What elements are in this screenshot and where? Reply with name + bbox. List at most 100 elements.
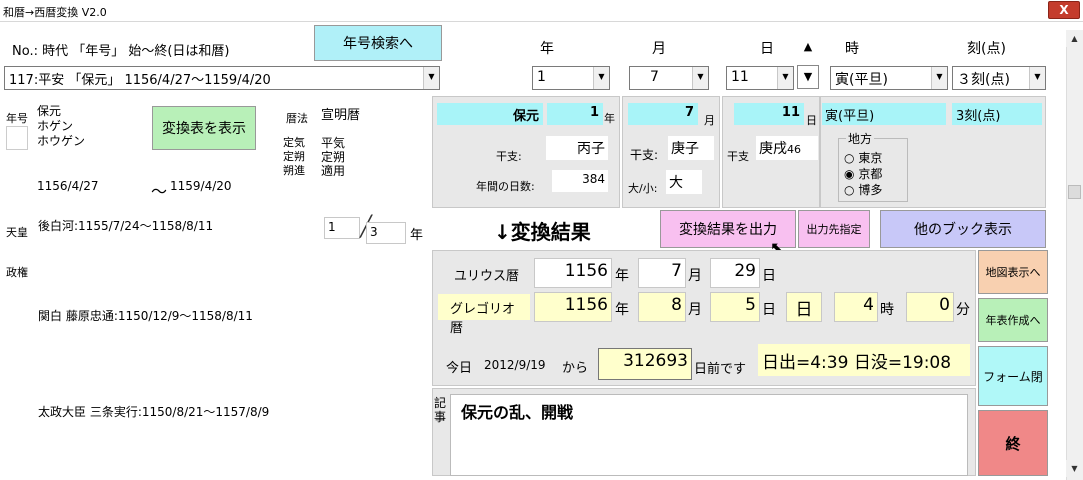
gregorian-year: 1156 [534, 292, 612, 322]
rekiho-label: 暦法 [286, 112, 308, 125]
month-unit: 月 [704, 114, 715, 127]
hour-select[interactable]: 寅(平旦) ▼ [830, 66, 948, 90]
vertical-scrollbar[interactable] [1066, 30, 1083, 480]
region-option-hakata[interactable]: ○ 博多 [844, 182, 882, 198]
nengo-label: 年号 [6, 112, 28, 125]
emperor-value: 後白河:1155/7/24〜1158/8/11 [38, 219, 214, 233]
chancellor-value: 太政大臣 三条実行:1150/8/21〜1157/8/9 [38, 405, 270, 419]
hour-label: 時 [845, 41, 859, 57]
chevron-down-icon[interactable]: ▼ [593, 67, 609, 89]
minute-unit: 分 [956, 302, 970, 318]
regent-value: 関白 藤原忠通:1150/12/9〜1158/8/11 [38, 309, 253, 323]
today-label: 今日 [446, 361, 473, 376]
month-select[interactable]: 7 ▼ [629, 66, 709, 90]
month-label: 月 [652, 41, 666, 57]
nengo-reading: 保元 ホゲン ホウゲン [34, 102, 150, 160]
page-unit: 年 [410, 228, 424, 243]
julian-day: 29 [710, 258, 760, 288]
chevron-down-icon[interactable]: ▼ [692, 67, 708, 89]
region-option-kyoto[interactable]: ◉ 京都 [844, 166, 882, 182]
seiken-label: 政権 [6, 266, 28, 279]
gregorian-month-unit: 月 [688, 302, 702, 318]
chronology-button[interactable]: 年表作成へ [978, 298, 1048, 342]
day-select[interactable]: 11 ▼ [726, 66, 794, 90]
radio-icon[interactable]: ○ [844, 183, 854, 197]
koku-select[interactable]: ３刻(点) ▼ [952, 66, 1046, 90]
hour-unit: 時 [880, 302, 894, 318]
era-name-display: 保元 [437, 103, 543, 125]
chevron-down-icon[interactable]: ▼ [1029, 67, 1045, 89]
rekiho-value: 宣明暦 [318, 102, 424, 128]
window-title: 和暦→西暦変換 V2.0 [3, 6, 107, 19]
map-button[interactable]: 地図表示へ [978, 250, 1048, 294]
sunrise-sunset: 日出=4:39 日没=19:08 [758, 344, 970, 376]
close-button[interactable]: X [1048, 1, 1080, 19]
year-unit: 年 [604, 112, 615, 125]
radio-icon[interactable]: ○ [844, 151, 854, 165]
region-option-label: 京都 [858, 167, 883, 181]
julian-day-unit: 日 [762, 268, 776, 284]
scroll-down-icon[interactable]: ▼ [1066, 460, 1083, 477]
era-year-display: 1 [547, 103, 603, 125]
koku-label: 刻(点) [967, 41, 1006, 57]
day-up-arrow-icon[interactable]: ▲ [797, 36, 819, 58]
day-down-arrow-icon[interactable]: ▼ [797, 65, 819, 89]
weekday-display: 日 [786, 292, 822, 322]
daisho-label: 大/小: [628, 182, 658, 195]
emperor-side-panel [318, 212, 428, 474]
eto-month-label: 干支: [630, 148, 659, 162]
eto-day-number: 46 [787, 143, 801, 156]
chevron-down-icon[interactable]: ▼ [423, 67, 439, 89]
convert-table-button[interactable]: 変換表を表示 [152, 106, 256, 150]
nengo-small-box [6, 126, 28, 150]
year-select-value: 1 [537, 69, 546, 85]
notes-text[interactable]: 保元の乱、開戦 [450, 394, 968, 476]
eto-year-label: 干支: [496, 150, 522, 163]
gregorian-label: グレゴリオ暦 [438, 294, 530, 336]
emperor-panel [34, 212, 318, 474]
region-options: ○ 東京 ◉ 京都 ○ 博多 [844, 150, 882, 198]
year-select[interactable]: 1 ▼ [532, 66, 610, 90]
era-search-button[interactable]: 年号検索へ [314, 25, 442, 61]
month-select-value: 7 [650, 69, 659, 85]
radio-selected-icon[interactable]: ◉ [844, 167, 854, 181]
julian-month-unit: 月 [688, 268, 702, 284]
hour-display: 寅(平旦) [822, 103, 946, 125]
eto-year-value: 丙子 [546, 136, 608, 160]
gregorian-day: 5 [710, 292, 760, 322]
region-title: 地方 [846, 130, 875, 147]
region-option-tokyo[interactable]: ○ 東京 [844, 150, 882, 166]
output-destination-button[interactable]: 出力先指定 [798, 210, 870, 248]
hour-select-value: 寅(平旦) [835, 72, 888, 88]
daisho-value: 大 [666, 170, 702, 194]
from-label: から [562, 361, 589, 376]
chevron-down-icon[interactable]: ▼ [777, 67, 793, 89]
chevron-down-icon[interactable]: ▼ [931, 67, 947, 89]
eto-month-value: 庚子 [668, 136, 714, 160]
era-start-date: 1156/4/27 [34, 177, 146, 199]
app-window: 和暦→西暦変換 V2.0 X No.: 時代 「年号」 始〜終(日は和暦) 年号… [0, 0, 1083, 480]
region-option-label: 東京 [858, 151, 883, 165]
julian-year: 1156 [534, 258, 612, 288]
eto-day-label: 干支 [727, 150, 749, 163]
page-current[interactable]: 1 [324, 217, 360, 239]
title-bar: 和暦→西暦変換 V2.0 X [0, 0, 1083, 22]
page-total: 3 [366, 222, 406, 244]
eto-day-text: 庚戌 [759, 141, 787, 157]
year-label: 年 [540, 41, 554, 57]
koku-display: 3刻(点) [952, 103, 1042, 125]
close-form-button[interactable]: フォーム閉 [978, 346, 1048, 406]
end-button[interactable]: 終 [978, 410, 1048, 476]
days-label: 年間の日数: [476, 180, 535, 193]
era-select[interactable]: 117:平安 「保元」 1156/4/27〜1159/4/20 ▼ [4, 66, 440, 90]
koku-select-value: ３刻(点) [957, 72, 1010, 88]
scrollbar-thumb[interactable] [1068, 185, 1081, 199]
emperor-label: 天皇 [6, 226, 28, 239]
today-date: 2012/9/19 [484, 358, 546, 372]
gregorian-year-unit: 年 [615, 302, 629, 318]
scroll-up-icon[interactable]: ▲ [1066, 30, 1083, 47]
other-book-button[interactable]: 他のブック表示 [880, 210, 1046, 248]
days-before-label: 日前です [694, 362, 747, 377]
notes-label: 記事 [434, 396, 447, 424]
gregorian-day-unit: 日 [762, 302, 776, 318]
